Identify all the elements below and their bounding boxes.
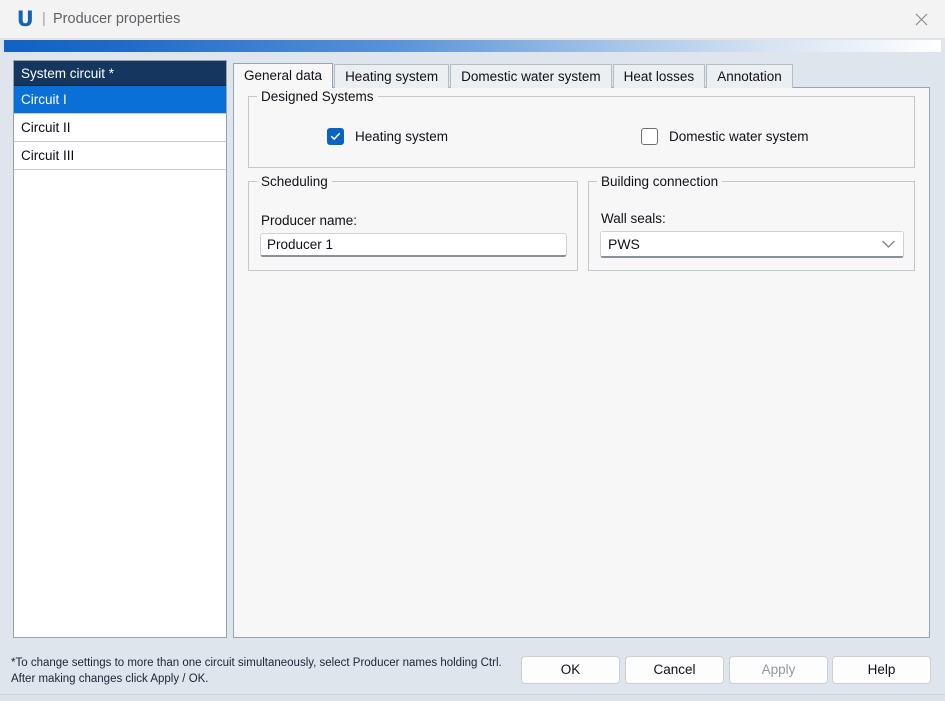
list-item[interactable]: Circuit III <box>14 142 226 170</box>
scheduling-group: Scheduling Producer name: <box>248 174 578 271</box>
group-title: Designed Systems <box>257 89 378 104</box>
checkbox-checked-icon[interactable] <box>327 128 344 145</box>
designed-systems-group: Designed Systems Heating system Domestic… <box>248 89 915 168</box>
producer-name-label: Producer name: <box>261 213 358 228</box>
wall-seals-label: Wall seals: <box>601 211 666 226</box>
ok-button[interactable]: OK <box>521 656 620 684</box>
apply-button[interactable]: Apply <box>729 656 828 684</box>
domestic-water-system-checkbox-row[interactable]: Domestic water system <box>641 128 809 145</box>
wall-seals-dropdown[interactable]: PWS <box>600 231 904 258</box>
tab-heating-system[interactable]: Heating system <box>334 64 450 88</box>
checkbox-unchecked-icon[interactable] <box>641 128 658 145</box>
producer-properties-dialog: U | Producer properties System circuit *… <box>0 0 945 701</box>
tab-annotation[interactable]: Annotation <box>706 64 793 88</box>
window-title: Producer properties <box>53 11 181 27</box>
cancel-button[interactable]: Cancel <box>625 656 724 684</box>
tab-general-data[interactable]: General data <box>233 63 334 88</box>
system-circuit-listbox[interactable]: System circuit * Circuit I Circuit II Ci… <box>13 60 227 638</box>
help-button[interactable]: Help <box>832 656 931 684</box>
tab-strip: General data Heating system Domestic wat… <box>233 63 794 88</box>
producer-name-input[interactable] <box>260 233 567 257</box>
building-connection-group: Building connection Wall seals: PWS <box>588 174 915 271</box>
heating-system-checkbox-row[interactable]: Heating system <box>327 128 448 145</box>
heating-system-label: Heating system <box>355 129 449 144</box>
title-bar: U | Producer properties <box>0 0 945 39</box>
footer-note: *To change settings to more than one cir… <box>11 655 526 687</box>
listbox-header: System circuit * <box>14 61 226 86</box>
chevron-down-icon[interactable] <box>873 240 903 249</box>
group-title: Scheduling <box>257 174 332 189</box>
tab-panel-general-data <box>233 87 930 638</box>
accent-bar <box>4 40 941 52</box>
list-item[interactable]: Circuit II <box>14 114 226 142</box>
list-item[interactable]: Circuit I <box>14 86 226 114</box>
wall-seals-value: PWS <box>608 236 640 252</box>
group-title: Building connection <box>597 174 723 189</box>
tab-domestic-water-system[interactable]: Domestic water system <box>450 64 612 88</box>
footer-note-line-2: After making changes click Apply / OK. <box>11 673 209 685</box>
domestic-water-system-label: Domestic water system <box>669 129 809 144</box>
close-icon[interactable] <box>897 0 945 38</box>
app-logo-icon: U <box>16 7 34 31</box>
tab-heat-losses[interactable]: Heat losses <box>612 64 706 88</box>
status-bar-sliver <box>0 694 945 701</box>
title-separator: | <box>42 11 46 27</box>
footer-note-line-1: *To change settings to more than one cir… <box>11 657 502 669</box>
